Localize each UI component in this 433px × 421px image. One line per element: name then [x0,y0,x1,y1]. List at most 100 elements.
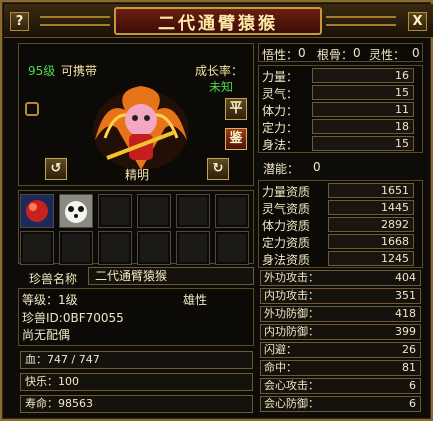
skill-red-orb-icon [21,195,53,227]
skill-slot-2[interactable] [59,194,93,228]
combat-label: 内功防御： [264,325,319,338]
combat-label: 内功攻击： [264,289,319,302]
skill-slot-7[interactable] [20,231,54,265]
lingxing-label: 灵性： [369,48,406,62]
close-button[interactable]: X [408,12,427,31]
combat-crit-attack: 会心攻击： 6 [260,378,421,394]
wuxing-label: 悟性： [262,48,299,62]
combat-int-attack: 内功攻击： 351 [260,288,421,304]
rotate-right-button[interactable]: ↻ [207,158,229,180]
skill-slot-5[interactable] [176,194,210,228]
growth-label: 成长率： [195,64,244,78]
quality-label: 定力资质 [262,236,311,250]
quality-label: 体力资质 [262,219,311,233]
attr-label: 定力： [262,121,299,135]
attr-spirit: 灵气： 15 [260,85,415,101]
skill-slot-10[interactable] [137,231,171,265]
attr-value: 15 [312,136,414,151]
attr-stamina: 体力： 11 [260,102,415,118]
pet-gender: 雄性 [183,293,208,307]
skill-slot-3[interactable] [98,194,132,228]
combat-dodge: 闪避： 26 [260,342,421,358]
title-bar[interactable]: ? 二代通臂猿猴 X [4,4,433,38]
attr-label: 身法： [262,138,299,152]
combat-label: 外功攻击： [264,271,319,284]
attr-value: 18 [312,119,414,134]
combat-value: 399 [395,325,416,338]
carry-label: 可携带 [61,64,98,78]
combat-value: 6 [409,379,416,392]
attr-label: 力量： [262,70,299,84]
rotate-left-icon: ↺ [50,161,62,176]
lingxing-value: 0 [412,46,420,60]
portrait-panel: 95级 可携带 成长率： 未知 平 鉴 ↺ 精明 ↻ [18,43,254,186]
combat-value: 6 [409,397,416,410]
ping-button[interactable]: 平 [225,98,247,120]
pet-spouse: 尚无配偶 [22,328,71,342]
wuxing-value: 0 [298,46,306,60]
title-ornament-right [326,16,396,26]
quality-value: 1445 [328,200,414,215]
quality-value: 1245 [328,251,414,266]
combat-value: 26 [402,343,416,356]
rotate-right-icon: ↻ [212,161,224,176]
quality-label: 灵气资质 [262,202,311,216]
quality-label: 身法资质 [262,253,311,267]
title-ornament-left [40,16,110,26]
skill-slot-8[interactable] [59,231,93,265]
potential-value: 0 [313,160,321,174]
combat-label: 外功防御： [264,307,319,320]
pet-name-label: 珍兽名称 [29,272,78,286]
quality-focus: 定力资质 1668 [260,234,415,250]
attr-focus: 定力： 18 [260,119,415,135]
skill-slot-12[interactable] [215,231,249,265]
combat-value: 81 [402,361,416,374]
attr-label: 体力： [262,104,299,118]
skill-slot-1[interactable] [20,194,54,228]
gengu-value: 0 [353,46,361,60]
base-aptitude-bar: 悟性： 0 根骨： 0 灵性： 0 [258,43,423,62]
rotate-left-button[interactable]: ↺ [45,158,67,180]
pet-name-field[interactable]: 二代通臂猿猴 [88,267,254,285]
personality: 精明 [125,168,150,182]
quality-value: 1651 [328,183,414,198]
attr-label: 灵气： [262,87,299,101]
combat-label: 会心防御： [264,397,319,410]
combat-int-defense: 内功防御： 399 [260,324,421,340]
lifespan-bar: 寿命：98563 [20,395,253,413]
skill-slot-4[interactable] [137,194,171,228]
growth-value: 未知 [209,80,234,94]
combat-crit-defense: 会心防御： 6 [260,396,421,412]
combat-value: 418 [395,307,416,320]
combat-value: 404 [395,271,416,284]
happiness-bar: 快乐：100 [20,373,253,391]
jian-button[interactable]: 鉴 [225,128,247,150]
pet-id: 珍兽ID:0BF70055 [22,311,124,325]
quality-strength: 力量资质 1651 [260,183,415,199]
pet-info-panel: 等级：1级 雄性 珍兽ID:0BF70055 尚无配偶 [18,288,254,346]
attr-value: 11 [312,102,414,117]
lock-icon[interactable] [25,102,39,116]
attr-strength: 力量： 16 [260,68,415,84]
carry-level: 95级 [28,64,56,78]
help-button[interactable]: ? [10,12,29,31]
skill-slot-11[interactable] [176,231,210,265]
quality-agility: 身法资质 1245 [260,251,415,267]
combat-value: 351 [395,289,416,302]
combat-label: 闪避： [264,343,297,356]
potential-label: 潜能： [263,162,300,176]
skill-slot-9[interactable] [98,231,132,265]
combat-hit: 命中： 81 [260,360,421,376]
pet-level: 等级：1级 [22,293,78,307]
quality-value: 2892 [328,217,414,232]
skill-slot-6[interactable] [215,194,249,228]
pet-model-image [93,86,189,170]
hp-bar: 血：747 / 747 [20,351,253,369]
attr-value: 16 [312,68,414,83]
combat-label: 会心攻击： [264,379,319,392]
combat-ext-attack: 外功攻击： 404 [260,270,421,286]
quality-label: 力量资质 [262,185,311,199]
skill-panda-icon [60,195,92,227]
quality-stamina: 体力资质 2892 [260,217,415,233]
combat-label: 命中： [264,361,297,374]
